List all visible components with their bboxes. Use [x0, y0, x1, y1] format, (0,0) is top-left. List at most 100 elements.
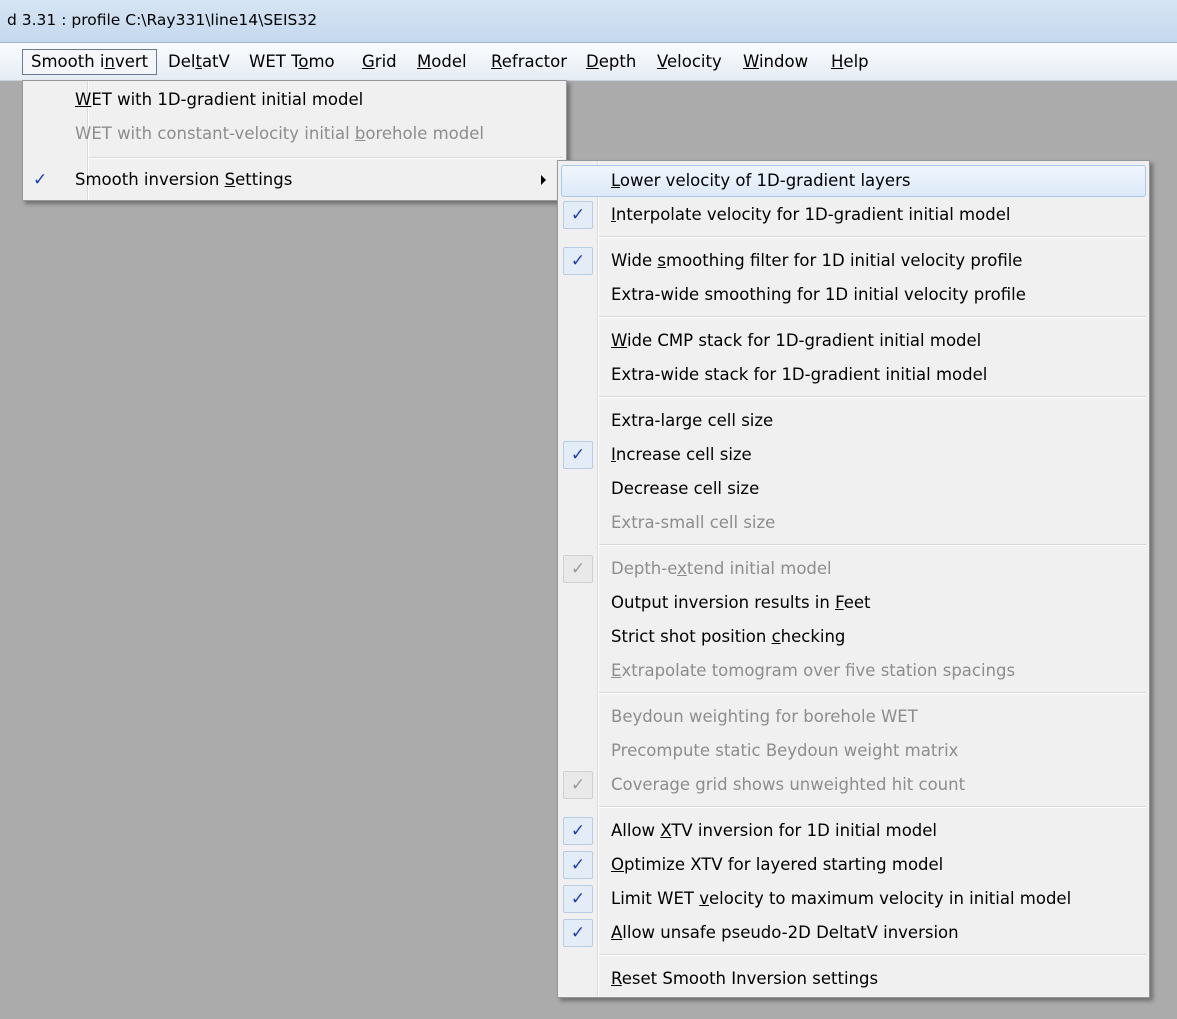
menu-item-interpolate-velocity-for-1d-gradient-initial-model[interactable]: ✓ Interpolate velocity for 1D-gradient in… [558, 198, 1149, 232]
menu-separator-highlight [599, 807, 1146, 808]
accelerator-key: H [831, 52, 844, 71]
label-text: xtrapolate tomogram over five station sp… [621, 661, 1016, 680]
label-text: Extra-wide smoothing for 1D initial velo… [611, 285, 1026, 304]
label-text: Limit WET [611, 889, 700, 908]
accelerator-key: F [835, 593, 844, 612]
menu-item-decrease-cell-size[interactable]: Decrease cell size [558, 472, 1149, 506]
menubar-item-window[interactable]: Window [743, 50, 808, 74]
label-text: TV inversion for 1D initial model [671, 821, 938, 840]
menu-item-lower-velocity-of-1d-gradient-layers[interactable]: Lower velocity of 1D-gradient layers [558, 164, 1149, 198]
menu-item-label: Output inversion results in Feet [611, 586, 870, 620]
menu-item-reset-smooth-inversion-settings[interactable]: Reset Smooth Inversion settings [558, 962, 1149, 996]
menu-item-label: Precompute static Beydoun weight matrix [611, 734, 958, 768]
accelerator-key: S [224, 170, 236, 189]
accelerator-key: O [611, 855, 624, 874]
menu-item-wide-smoothing-filter-for-1d-initial-velocity-profile[interactable]: ✓ Wide smoothing filter for 1D initial ve… [558, 244, 1149, 278]
menu-item-beydoun-weighting-for-borehole-wet[interactable]: Beydoun weighting for borehole WET [558, 700, 1149, 734]
label-text: orehole model [365, 124, 484, 143]
menu-item-label: Limit WET velocity to maximum velocity i… [611, 882, 1071, 916]
menubar-item-velocity[interactable]: Velocity [657, 50, 722, 74]
menu-item-smooth-inversion-settings[interactable]: ✓ Smooth inversion Settings [23, 163, 566, 197]
label-text: rid [374, 52, 397, 71]
label-text: Beydoun weighting for borehole WET [611, 707, 918, 726]
menu-separator-highlight [599, 545, 1146, 546]
menu-item-label: Lower velocity of 1D-gradient layers [611, 164, 910, 198]
label-text: ettings [235, 170, 293, 189]
menubar-item-refractor[interactable]: Refractor [491, 50, 567, 74]
menu-item-label: Depth-extend initial model [611, 552, 832, 586]
menu-item-optimize-xtv-for-layered-starting-model[interactable]: ✓ Optimize XTV for layered starting model [558, 848, 1149, 882]
menu-item-label: Allow unsafe pseudo-2D DeltatV inversion [611, 916, 959, 950]
menu-item-extrapolate-tomogram-over-five-station-spacings[interactable]: Extrapolate tomogram over five station s… [558, 654, 1149, 688]
menu-item-precompute-static-beydoun-weight-matrix[interactable]: Precompute static Beydoun weight matrix [558, 734, 1149, 768]
check-icon: ✓ [563, 555, 593, 583]
label-text: Coverage grid shows unweighted hit count [611, 775, 966, 794]
label-text: Precompute static Beydoun weight matrix [611, 741, 959, 760]
label-text: hecking [780, 627, 846, 646]
menu-item-label: Extrapolate tomogram over five station s… [611, 654, 1015, 688]
title-bar: d 3.31 : profile C:\Ray331\line14\SEIS32 [0, 0, 1177, 43]
check-icon: ✓ [33, 170, 48, 190]
menu-item-strict-shot-position-checking[interactable]: Strict shot position checking [558, 620, 1149, 654]
menu-item-label: Increase cell size [611, 438, 752, 472]
menu-item-extra-wide-smoothing-for-1d-initial-velocity-profile[interactable]: Extra-wide smoothing for 1D initial velo… [558, 278, 1149, 312]
label-text: WET with constant-velocity initial [75, 124, 355, 143]
menu-item-label: Reset Smooth Inversion settings [611, 962, 878, 996]
accelerator-key: n [104, 52, 115, 71]
label-text: ower velocity of 1D-gradient layers [619, 171, 911, 190]
submenu-arrow-icon [541, 175, 546, 185]
accelerator-key: W [611, 331, 627, 350]
menu-item-label: Wide smoothing filter for 1D initial vel… [611, 244, 1022, 278]
label-text: Strict shot position [611, 627, 772, 646]
label-text: efractor [501, 52, 568, 71]
menu-item-extra-wide-stack-for-1d-gradient-initial-model[interactable]: Extra-wide stack for 1D-gradient initial… [558, 358, 1149, 392]
menubar-item-grid[interactable]: Grid [362, 50, 397, 74]
label-text: llow unsafe pseudo-2D DeltatV inversion [622, 923, 959, 942]
label-text: elocity to maximum velocity in initial m… [708, 889, 1072, 908]
menubar-item-help[interactable]: Help [831, 50, 869, 74]
menu-item-allow-xtv-inversion-for-1d-initial-model[interactable]: ✓ Allow XTV inversion for 1D initial mode… [558, 814, 1149, 848]
menu-separator-highlight [599, 317, 1146, 318]
menu-item-wet-with-constant-velocity-initial-borehole-model[interactable]: WET with constant-velocity initial boreh… [23, 117, 566, 151]
menu-item-label: Wide CMP stack for 1D-gradient initial m… [611, 324, 981, 358]
menu-item-output-inversion-results-in-feet[interactable]: Output inversion results in Feet [558, 586, 1149, 620]
menu-item-wide-cmp-stack-for-1d-gradient-initial-model[interactable]: Wide CMP stack for 1D-gradient initial m… [558, 324, 1149, 358]
menubar-item-smooth-invert[interactable]: Smooth invert [22, 49, 158, 75]
menu-item-depth-extend-initial-model[interactable]: ✓ Depth-extend initial model [558, 552, 1149, 586]
menu-item-wet-with-1d-gradient-initial-model[interactable]: WET with 1D-gradient initial model [23, 83, 566, 117]
menubar-item-deltatv[interactable]: DeltatV [168, 50, 230, 74]
accelerator-key: L [611, 171, 620, 190]
menu-item-increase-cell-size[interactable]: ✓ Increase cell size [558, 438, 1149, 472]
menu-separator-highlight [89, 158, 563, 159]
label-text: Smooth i [31, 52, 105, 71]
accelerator-key: G [362, 52, 375, 71]
menu-item-label: Optimize XTV for layered starting model [611, 848, 943, 882]
window-title: d 3.31 : profile C:\Ray331\line14\SEIS32 [7, 11, 318, 29]
menubar-item-depth[interactable]: Depth [586, 50, 636, 74]
smooth-invert-menu: WET with 1D-gradient initial model WET wi… [22, 80, 567, 201]
menu-item-coverage-grid-shows-unweighted-hit-count[interactable]: ✓ Coverage grid shows unweighted hit coun… [558, 768, 1149, 802]
menu-bar: Smooth invert DeltatV WET Tomo Grid Model Ref… [0, 43, 1177, 81]
check-icon: ✓ [563, 247, 593, 275]
accelerator-key: x [677, 559, 687, 578]
label-text: Depth-e [611, 559, 678, 578]
menu-item-extra-large-cell-size[interactable]: Extra-large cell size [558, 404, 1149, 438]
label-text: eet [843, 593, 871, 612]
menu-item-label: Beydoun weighting for borehole WET [611, 700, 918, 734]
menu-separator-highlight [599, 397, 1146, 398]
accelerator-key: W [743, 52, 759, 71]
accelerator-key: W [75, 90, 92, 109]
menu-item-limit-wet-velocity-to-maximum-velocity-in-initial-model[interactable]: ✓ Limit WET velocity to maximum velocity … [558, 882, 1149, 916]
menubar-item-wet-tomo[interactable]: WET Tomo [249, 50, 335, 74]
label-text: elp [843, 52, 869, 71]
menu-item-allow-unsafe-pseudo-2d-deltatv-inversion[interactable]: ✓ Allow unsafe pseudo-2D DeltatV inversio… [558, 916, 1149, 950]
accelerator-key: R [611, 969, 622, 988]
menubar-item-model[interactable]: Model [417, 50, 467, 74]
label-text: ide CMP stack for 1D-gradient initial mo… [626, 331, 982, 350]
menu-item-extra-small-cell-size[interactable]: Extra-small cell size [558, 506, 1149, 540]
label-text: Extra-small cell size [611, 513, 776, 532]
label-text: Output inversion results in [611, 593, 836, 612]
label-text: Allow [611, 821, 661, 840]
label-text: ET with 1D-gradient initial model [91, 90, 364, 109]
accelerator-key: o [298, 52, 309, 71]
